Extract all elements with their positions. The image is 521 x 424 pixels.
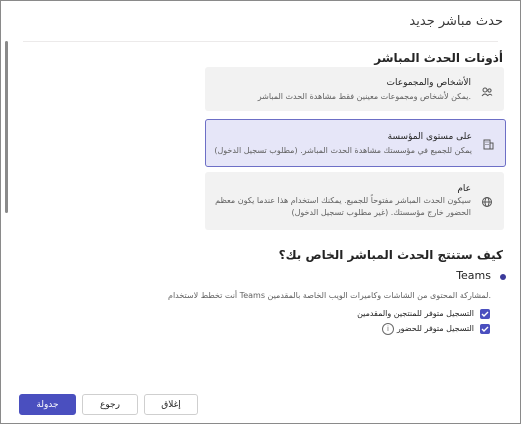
recording-attendees-label: التسجيل متوفر للحضور: [396, 324, 474, 333]
checkmark-icon: [481, 311, 489, 317]
production-section-title: كيف ستنتج الحدث المباشر الخاص بك؟: [278, 248, 503, 262]
permission-option-description: يمكن لأشخاص ومجموعات معينين فقط مشاهدة ا…: [257, 92, 471, 101]
info-icon[interactable]: i: [382, 323, 394, 335]
teams-option-description: أنت تخطط لاستخدام Teams لمشاركة المحتوى …: [167, 291, 491, 300]
recording-producers-checkbox[interactable]: [480, 309, 490, 319]
building-icon: [482, 135, 496, 150]
live-event-dialog: حدث مباشر جديد أذونات الحدث المباشر الأش…: [0, 0, 521, 424]
recording-producers-label: التسجيل متوفر للمنتجين والمقدمين: [357, 309, 474, 318]
teams-option-label: Teams: [456, 269, 491, 282]
dialog-title: حدث مباشر جديد: [409, 14, 503, 29]
teams-radio[interactable]: [500, 274, 506, 280]
permissions-section-title: أذونات الحدث المباشر: [374, 51, 503, 65]
globe-icon: [481, 193, 495, 207]
permission-option-description: يمكن للجميع في مؤسستك مشاهدة الحدث المبا…: [214, 146, 472, 155]
checkmark-icon: [481, 326, 489, 332]
recording-attendees-checkbox[interactable]: [480, 324, 490, 334]
schedule-button[interactable]: جدولة: [19, 394, 76, 415]
permission-option-title: على مستوى المؤسسة: [387, 132, 472, 142]
permission-option-org-wide[interactable]: على مستوى المؤسسة يمكن للجميع في مؤسستك …: [205, 119, 506, 167]
scrollbar-thumb[interactable]: [5, 41, 8, 213]
permission-option-title: الأشخاص والمجموعات: [386, 78, 471, 88]
title-divider: [23, 41, 498, 42]
permission-option-description: سيكون الحدث المباشر مفتوحاً للجميع. يمكن…: [215, 196, 471, 217]
close-button[interactable]: إغلاق: [144, 394, 198, 415]
permission-option-public[interactable]: عام سيكون الحدث المباشر مفتوحاً للجميع. …: [205, 172, 504, 230]
permission-option-title: عام: [457, 184, 471, 194]
people-icon: [481, 83, 495, 97]
permission-option-people[interactable]: الأشخاص والمجموعات يمكن لأشخاص ومجموعات …: [205, 67, 504, 111]
back-button[interactable]: رجوع: [82, 394, 138, 415]
